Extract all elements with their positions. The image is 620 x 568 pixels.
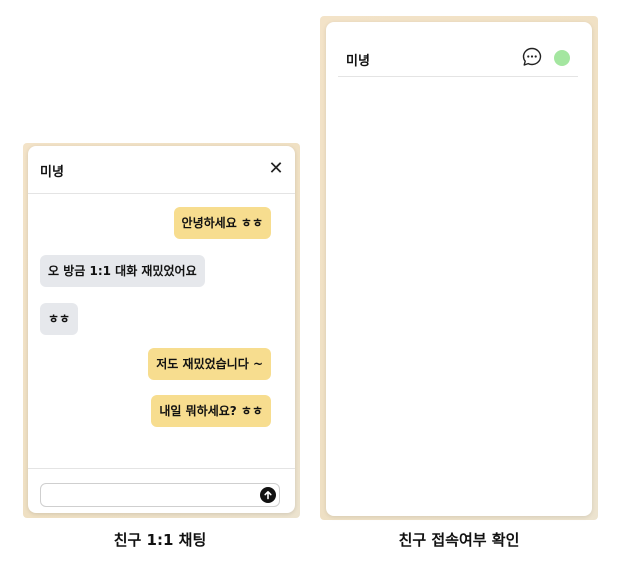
message-bubble-friend: 오 방금 1:1 대화 재밌었어요 bbox=[40, 255, 205, 287]
chat-header: 미녕 ✕ bbox=[28, 146, 295, 194]
caption-friend-status: 친구 접속여부 확인 bbox=[398, 531, 520, 549]
friend-name: 미녕 bbox=[346, 54, 370, 69]
chat-footer bbox=[28, 468, 295, 513]
chat-bubble-icon[interactable] bbox=[521, 46, 543, 68]
caption-friend-chat: 친구 1:1 채팅 bbox=[113, 531, 207, 549]
chat-title: 미녕 bbox=[40, 165, 64, 180]
send-button[interactable] bbox=[260, 487, 276, 503]
message-bubble-me: 안녕하세요 ㅎㅎ bbox=[173, 207, 271, 239]
message-list: 안녕하세요 ㅎㅎ 오 방금 1:1 대화 재밌었어요 ㅎㅎ 저도 재밌었습니다 … bbox=[28, 193, 295, 468]
status-header: 미녕 bbox=[338, 22, 578, 77]
message-bubble-friend: ㅎㅎ bbox=[40, 303, 79, 335]
friend-status-window: 미녕 bbox=[326, 22, 592, 516]
arrow-up-icon bbox=[264, 491, 272, 500]
online-status-indicator bbox=[554, 50, 570, 66]
close-icon[interactable]: ✕ bbox=[267, 160, 285, 178]
message-bubble-me: 내일 뭐하세요? ㅎㅎ bbox=[151, 395, 271, 427]
message-bubble-me: 저도 재밌었습니다 ~ bbox=[148, 348, 271, 380]
message-input[interactable] bbox=[40, 483, 280, 507]
chat-window: 미녕 ✕ 안녕하세요 ㅎㅎ 오 방금 1:1 대화 재밌었어요 ㅎㅎ 저도 재밌… bbox=[28, 146, 295, 513]
